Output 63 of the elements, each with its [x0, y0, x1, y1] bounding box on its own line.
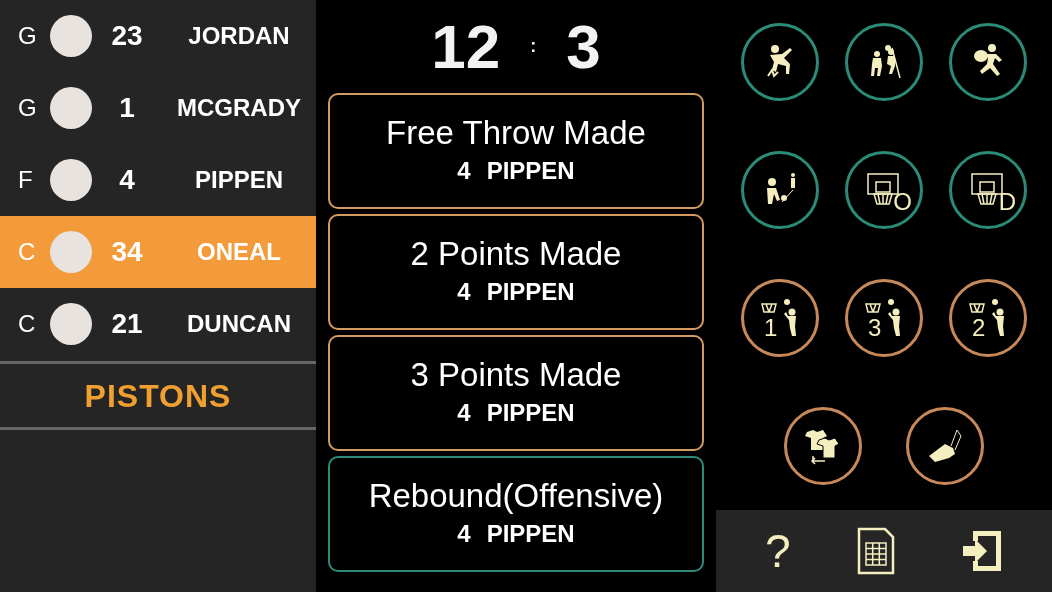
player-name: DUNCAN [186, 309, 292, 339]
jersey-number: 4 [118, 163, 136, 197]
event-player-name: PIPPEN [486, 397, 575, 428]
event-card[interactable]: 3 Points Made 4 PIPPEN [328, 335, 704, 451]
event-player-number: 4 [457, 518, 471, 549]
player-name: JORDAN [187, 21, 291, 51]
home-score: 12 [431, 15, 501, 78]
button-label: 3 [868, 316, 882, 340]
action-button[interactable]: 2 [949, 279, 1027, 357]
event-title: 3 Points Made [410, 355, 622, 395]
action-button[interactable]: 3 [845, 279, 923, 357]
player-row[interactable]: G 23 JORDAN [0, 0, 316, 72]
event-player-number: 4 [457, 397, 471, 428]
action-button[interactable]: D [949, 151, 1027, 229]
jersey-number: 1 [118, 91, 136, 125]
event-title: Free Throw Made [386, 113, 646, 153]
jersey-number: 21 [110, 307, 144, 341]
event-title: 2 Points Made [410, 234, 622, 274]
event-player-name: PIPPEN [486, 276, 575, 307]
button-label: 1 [764, 316, 778, 340]
avatar-placeholder [50, 87, 92, 129]
event-card[interactable]: Rebound(Offensive) 4 PIPPEN [328, 456, 704, 572]
spreadsheet-button[interactable] [856, 527, 895, 575]
button-label: O [893, 190, 912, 214]
player-row[interactable]: G 1 MCGRADY [0, 72, 316, 144]
exit-button[interactable] [960, 529, 1003, 573]
avatar-placeholder [50, 231, 92, 273]
action-button[interactable] [906, 407, 984, 485]
help-button[interactable]: ? [765, 528, 791, 574]
position-label: G [17, 93, 38, 123]
event-player-name: PIPPEN [486, 518, 575, 549]
action-button[interactable]: 1 [741, 279, 819, 357]
player-row[interactable]: F 4 PIPPEN [0, 144, 316, 216]
event-player-number: 4 [457, 155, 471, 186]
action-button[interactable] [949, 23, 1027, 101]
button-label: D [998, 190, 1016, 214]
action-button[interactable] [741, 23, 819, 101]
action-button[interactable] [845, 23, 923, 101]
avatar-placeholder [50, 303, 92, 345]
event-card[interactable]: 2 Points Made 4 PIPPEN [328, 214, 704, 330]
player-name: MCGRADY [176, 93, 302, 123]
player-name: ONEAL [196, 237, 282, 267]
position-label: C [17, 237, 37, 267]
position-label: G [17, 21, 38, 51]
away-score: 3 [566, 15, 601, 78]
action-button[interactable] [784, 407, 862, 485]
event-title: Rebound(Offensive) [368, 476, 664, 516]
avatar-placeholder [50, 159, 92, 201]
action-button[interactable] [741, 151, 819, 229]
avatar-placeholder [50, 15, 92, 57]
button-label: 2 [972, 316, 986, 340]
event-player-number: 4 [457, 276, 471, 307]
player-row[interactable]: C 21 DUNCAN [0, 288, 316, 360]
position-label: F [17, 165, 34, 195]
action-button[interactable]: O [845, 151, 923, 229]
score-separator: : [530, 35, 537, 58]
player-name: PIPPEN [194, 165, 284, 195]
jersey-number: 34 [110, 235, 144, 269]
team-name-button[interactable]: PISTONS [84, 371, 232, 420]
event-card[interactable]: Free Throw Made 4 PIPPEN [328, 93, 704, 209]
position-label: C [17, 309, 37, 339]
event-player-name: PIPPEN [486, 155, 575, 186]
jersey-number: 23 [110, 19, 144, 53]
